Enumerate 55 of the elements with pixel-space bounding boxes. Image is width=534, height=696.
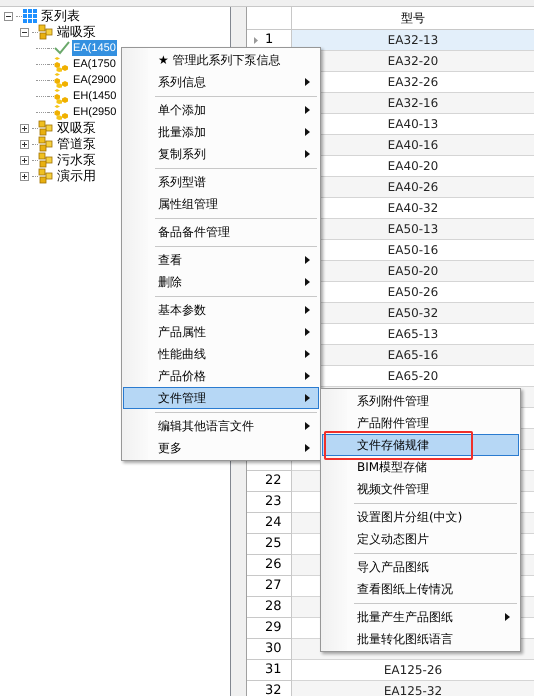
boxes-icon	[38, 24, 54, 40]
menu-item[interactable]: 更多	[123, 437, 319, 459]
table-cell: EA125-32	[292, 681, 534, 696]
menu-item[interactable]: BIM模型存储	[322, 456, 519, 478]
row-number: 28	[265, 598, 282, 616]
column-header[interactable]: 型号	[292, 7, 534, 29]
row-number: 24	[265, 514, 282, 532]
menu-item[interactable]: 视频文件管理	[322, 478, 519, 500]
menu-item[interactable]: 设置图片分组(中文)	[322, 506, 519, 528]
menu-item[interactable]: 查看图纸上传情况	[322, 578, 519, 600]
menu-item[interactable]: 文件管理	[123, 387, 319, 409]
menu-item[interactable]: 系列附件管理	[322, 390, 519, 412]
row-number: 1	[265, 31, 274, 50]
boxes-icon	[38, 168, 54, 184]
row-number: 30	[265, 640, 282, 658]
row-number: 27	[265, 577, 282, 596]
tree-item[interactable]: 双吸泵	[56, 120, 97, 136]
row-number: 29	[265, 619, 282, 638]
collapse-toggle[interactable]	[4, 12, 13, 20]
tree-item[interactable]: EH(2950	[72, 104, 118, 120]
tree-item[interactable]: EA(2900	[72, 72, 117, 88]
menu-item[interactable]: 导入产品图纸	[322, 556, 519, 578]
tree-item[interactable]: EH(1450	[72, 88, 118, 104]
grid-icon	[22, 8, 38, 24]
row-number: 22	[265, 472, 282, 490]
expand-toggle[interactable]	[20, 140, 29, 148]
menu-item[interactable]: 批量产生产品图纸	[322, 606, 519, 628]
menu-item[interactable]: 编辑其他语言文件	[123, 415, 319, 437]
menu-item[interactable]: 定义动态图片	[322, 528, 519, 550]
cubes-icon	[54, 72, 70, 88]
checkmark-icon	[54, 40, 70, 56]
tree-item[interactable]: 端吸泵	[56, 24, 97, 40]
menu-item[interactable]: 产品附件管理	[322, 412, 519, 434]
expand-toggle[interactable]	[20, 124, 29, 132]
tree-item[interactable]: EA(1750	[72, 56, 117, 72]
tree-item[interactable]: 污水泵	[56, 152, 97, 168]
menu-item[interactable]: 批量转化图纸语言	[322, 628, 519, 650]
expand-toggle[interactable]	[20, 156, 29, 164]
expand-toggle[interactable]	[20, 172, 29, 180]
cubes-icon	[54, 88, 70, 104]
boxes-icon	[38, 152, 54, 168]
row-number: 31	[265, 661, 282, 680]
cubes-icon	[54, 104, 70, 120]
row-number: 26	[265, 556, 282, 574]
row-number: 32	[265, 682, 282, 696]
row-number: 23	[265, 493, 282, 512]
collapse-toggle[interactable]	[20, 28, 29, 36]
boxes-icon	[38, 136, 54, 152]
tree-item[interactable]: 泵列表	[40, 8, 81, 24]
table-cell: EA32-13	[292, 30, 534, 51]
tree-item[interactable]: 演示用	[56, 168, 97, 184]
cubes-icon	[54, 56, 70, 72]
boxes-icon	[38, 120, 54, 136]
row-number: 25	[265, 535, 282, 554]
tree-item[interactable]: 管道泵	[56, 136, 97, 152]
